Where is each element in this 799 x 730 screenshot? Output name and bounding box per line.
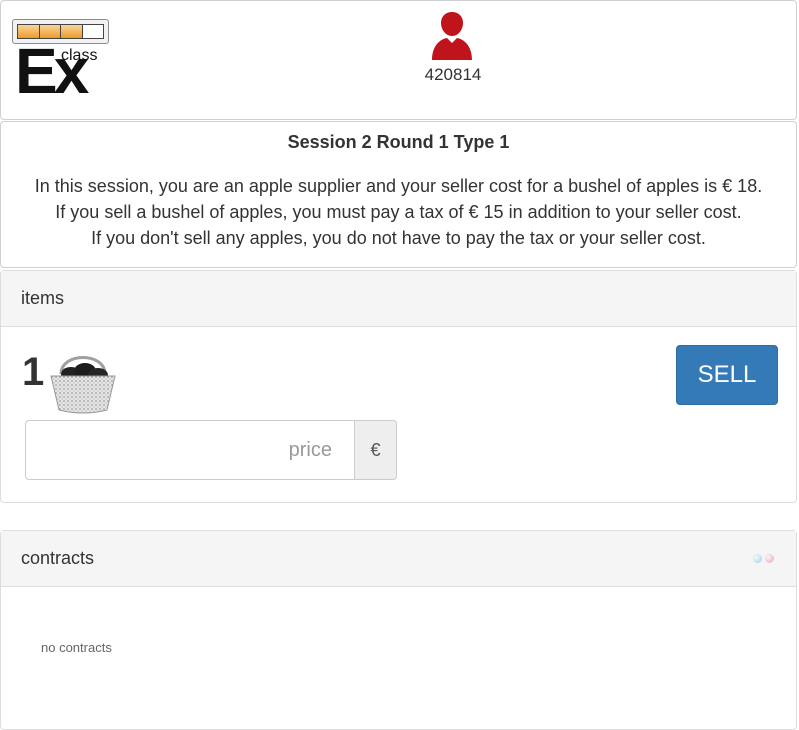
contracts-heading-label: contracts [21,548,95,568]
user-id: 420814 [424,65,482,84]
currency-addon: € [354,420,397,480]
description-line: In this session, you are an apple suppli… [34,176,763,196]
contracts-heading: contracts [1,531,796,587]
blue-dot-icon [753,554,762,563]
status-indicators [753,554,774,563]
header-panel: Ex class 420814 [0,0,797,120]
no-contracts-text: no contracts [41,640,112,655]
description-line: If you don't sell any apples, you do not… [91,228,706,248]
session-info-panel: Session 2 Round 1 Type 1 In this session… [0,121,797,268]
sell-button[interactable]: SELL [676,345,778,405]
logo-class-text: class [61,47,98,64]
red-dot-icon [765,554,774,563]
session-description: In this session, you are an apple suppli… [1,173,796,251]
description-line: If you sell a bushel of apples, you must… [55,202,742,222]
user-icon [432,12,472,60]
price-input[interactable] [25,420,354,480]
contracts-panel: contracts no contracts [0,530,797,730]
items-panel: items 1 SELL € [0,270,797,503]
session-title: Session 2 Round 1 Type 1 [287,132,510,152]
apple-basket-icon [50,356,116,414]
classex-logo: Ex class [15,39,115,107]
price-input-group: € [25,420,397,480]
item-quantity: 1 [22,350,45,394]
progress-segment [83,25,104,38]
items-heading: items [1,271,796,327]
